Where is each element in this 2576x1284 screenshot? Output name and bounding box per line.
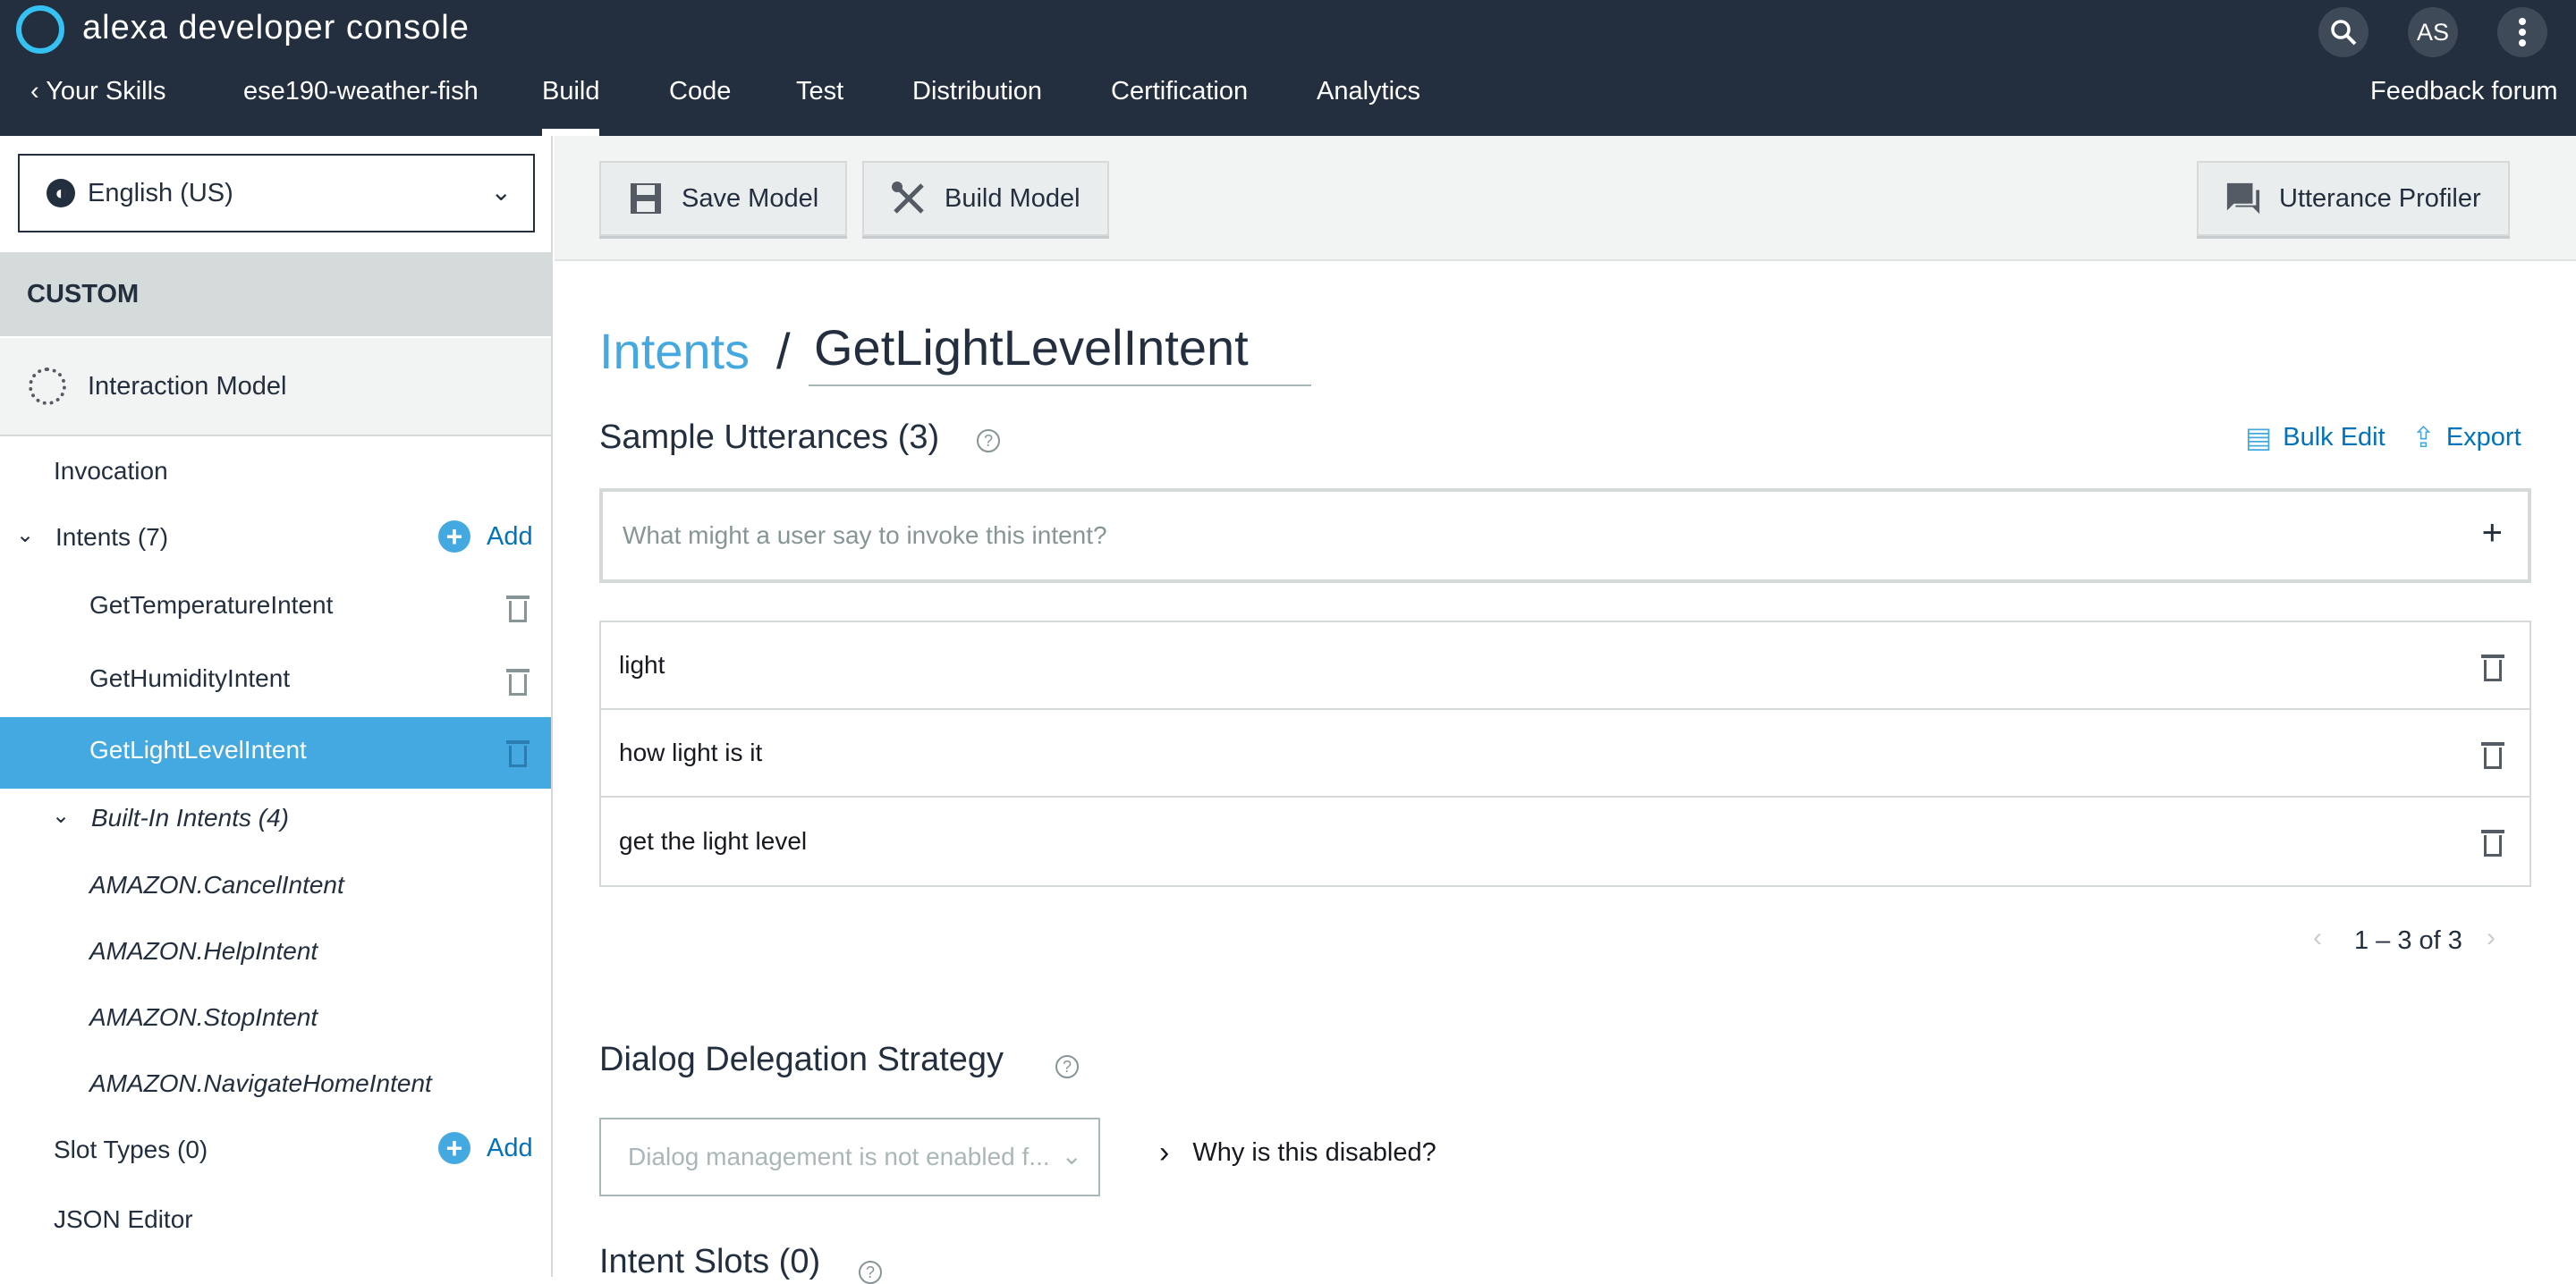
help-icon[interactable]: ?	[859, 1261, 882, 1284]
tab-analytics[interactable]: Analytics	[1317, 77, 1420, 106]
build-model-button[interactable]: Build Model	[862, 161, 1109, 236]
tab-code[interactable]: Code	[669, 77, 731, 106]
globe-icon: ◐	[47, 179, 75, 207]
sidebar-item-builtin-intent[interactable]: AMAZON.StopIntent	[89, 1003, 318, 1032]
sidebar-item-intent[interactable]: GetTemperatureIntent	[89, 591, 333, 620]
sidebar-item-intent-selected[interactable]: GetLightLevelIntent	[89, 736, 307, 764]
chevron-right-icon: ›	[1159, 1136, 1170, 1170]
tools-icon	[891, 181, 927, 216]
sidebar-item-intents[interactable]: Intents (7)	[55, 523, 168, 552]
tab-build[interactable]: Build	[542, 77, 600, 106]
back-label: Your Skills	[46, 77, 166, 106]
sidebar: ◐ English (US) ⌄ CUSTOM Interaction Mode…	[0, 136, 553, 1277]
utterance-profiler-label: Utterance Profiler	[2279, 183, 2481, 213]
tab-test[interactable]: Test	[796, 77, 843, 106]
dialog-delegation-title: Dialog Delegation Strategy	[599, 1041, 1004, 1078]
intent-slots-title: Intent Slots (0)	[599, 1243, 821, 1280]
build-model-label: Build Model	[945, 183, 1080, 213]
list-item[interactable]: how light is it	[601, 710, 2529, 798]
sidebar-item-json-editor[interactable]: JSON Editor	[54, 1205, 193, 1234]
toolbar: Save Model Build Model Utterance Profile…	[555, 136, 2576, 261]
list-item[interactable]: get the light level	[601, 798, 2529, 885]
avatar[interactable]: AS	[2408, 7, 2458, 57]
add-slot-type-button[interactable]: + Add	[438, 1132, 533, 1164]
back-to-skills-link[interactable]: ‹ Your Skills	[30, 77, 166, 106]
chevron-down-icon[interactable]: ⌄	[16, 522, 34, 548]
plus-icon: +	[438, 520, 470, 553]
save-icon	[628, 181, 664, 216]
sidebar-item-slot-types[interactable]: Slot Types (0)	[54, 1136, 208, 1164]
breadcrumb-intents-link[interactable]: Intents	[599, 322, 750, 380]
language-select[interactable]: ◐ English (US) ⌄	[18, 154, 535, 232]
alexa-logo-icon	[16, 5, 64, 54]
help-icon[interactable]: ?	[1055, 1055, 1079, 1078]
intent-name-field[interactable]: GetLightLevelIntent	[809, 318, 1311, 386]
chevron-down-icon: ⌄	[490, 178, 512, 206]
save-model-button[interactable]: Save Model	[599, 161, 848, 236]
chevron-down-icon: ⌄	[1061, 1142, 1082, 1170]
delete-icon[interactable]	[2481, 653, 2504, 681]
sidebar-item-invocation[interactable]: Invocation	[54, 457, 168, 486]
sample-utterances-title: Sample Utterances (3)	[599, 418, 940, 456]
delete-icon[interactable]	[506, 594, 530, 622]
gear-icon	[29, 367, 66, 405]
tab-distribution[interactable]: Distribution	[912, 77, 1042, 106]
breadcrumb-separator: /	[776, 323, 791, 379]
export-icon: ⇪	[2411, 421, 2436, 453]
language-value: English (US)	[88, 178, 233, 207]
chevron-down-icon[interactable]: ⌄	[52, 803, 70, 829]
list-item[interactable]: light	[601, 622, 2529, 710]
add-intent-button[interactable]: + Add	[438, 520, 533, 553]
bulk-edit-button[interactable]: ▤ Bulk Edit	[2245, 420, 2385, 454]
export-button[interactable]: ⇪ Export	[2411, 420, 2521, 454]
sidebar-item-label: Interaction Model	[88, 371, 287, 401]
delete-icon[interactable]	[2481, 828, 2504, 857]
chevron-right-icon[interactable]: ›	[2487, 923, 2496, 953]
section-label: CUSTOM	[0, 252, 551, 336]
main-content: Intents / GetLightLevelIntent Sample Utt…	[555, 261, 2576, 1284]
plus-icon: +	[438, 1132, 470, 1164]
why-disabled-toggle[interactable]: › Why is this disabled?	[1159, 1136, 1436, 1170]
delete-icon[interactable]	[2481, 740, 2504, 769]
bulk-edit-icon: ▤	[2245, 421, 2273, 453]
utterance-list: light how light is it get the light leve…	[599, 621, 2531, 887]
why-disabled-label: Why is this disabled?	[1192, 1138, 1436, 1167]
dialog-delegation-select[interactable]: Dialog management is not enabled f... ⌄	[599, 1118, 1100, 1196]
bulk-edit-label: Bulk Edit	[2283, 422, 2385, 452]
dialog-select-value: Dialog management is not enabled f...	[628, 1143, 1050, 1170]
sidebar-item-intent[interactable]: GetHumidityIntent	[89, 664, 290, 693]
export-label: Export	[2445, 422, 2521, 452]
help-icon[interactable]: ?	[977, 429, 1000, 452]
utterance-text[interactable]: get the light level	[619, 827, 807, 856]
add-label: Add	[487, 521, 533, 551]
feedback-forum-link[interactable]: Feedback forum	[2370, 77, 2558, 106]
sidebar-item-builtin-intent[interactable]: AMAZON.NavigateHomeIntent	[89, 1069, 432, 1098]
chat-bubble-icon	[2225, 181, 2261, 216]
save-model-label: Save Model	[682, 183, 819, 213]
utterance-text[interactable]: how light is it	[619, 739, 762, 767]
chevron-left-icon: ‹	[30, 77, 39, 106]
tab-certification[interactable]: Certification	[1111, 77, 1248, 106]
sidebar-item-builtin-intents[interactable]: Built-In Intents (4)	[91, 804, 289, 832]
add-utterance-icon[interactable]: +	[2482, 513, 2503, 553]
sidebar-item-builtin-intent[interactable]: AMAZON.HelpIntent	[89, 937, 318, 966]
sidebar-item-interaction-model[interactable]: Interaction Model	[0, 338, 551, 436]
active-tab-indicator	[542, 129, 599, 136]
app-title: alexa developer console	[82, 9, 470, 46]
utterance-text[interactable]: light	[619, 651, 665, 680]
utterance-profiler-button[interactable]: Utterance Profiler	[2197, 161, 2510, 236]
delete-icon[interactable]	[506, 667, 530, 696]
search-icon[interactable]	[2318, 7, 2368, 57]
delete-icon[interactable]	[506, 739, 530, 767]
pagination-label: 1 – 3 of 3	[2354, 926, 2462, 955]
utterance-input[interactable]: What might a user say to invoke this int…	[599, 488, 2531, 583]
sidebar-item-builtin-intent[interactable]: AMAZON.CancelIntent	[89, 871, 344, 900]
skill-name: ese190-weather-fish	[243, 77, 479, 106]
more-vertical-icon[interactable]	[2497, 7, 2547, 57]
add-label: Add	[487, 1133, 533, 1162]
top-header: alexa developer console AS ‹ Your Skills…	[0, 0, 2576, 136]
chevron-left-icon[interactable]: ‹	[2313, 923, 2322, 953]
utterance-placeholder: What might a user say to invoke this int…	[623, 521, 1107, 549]
